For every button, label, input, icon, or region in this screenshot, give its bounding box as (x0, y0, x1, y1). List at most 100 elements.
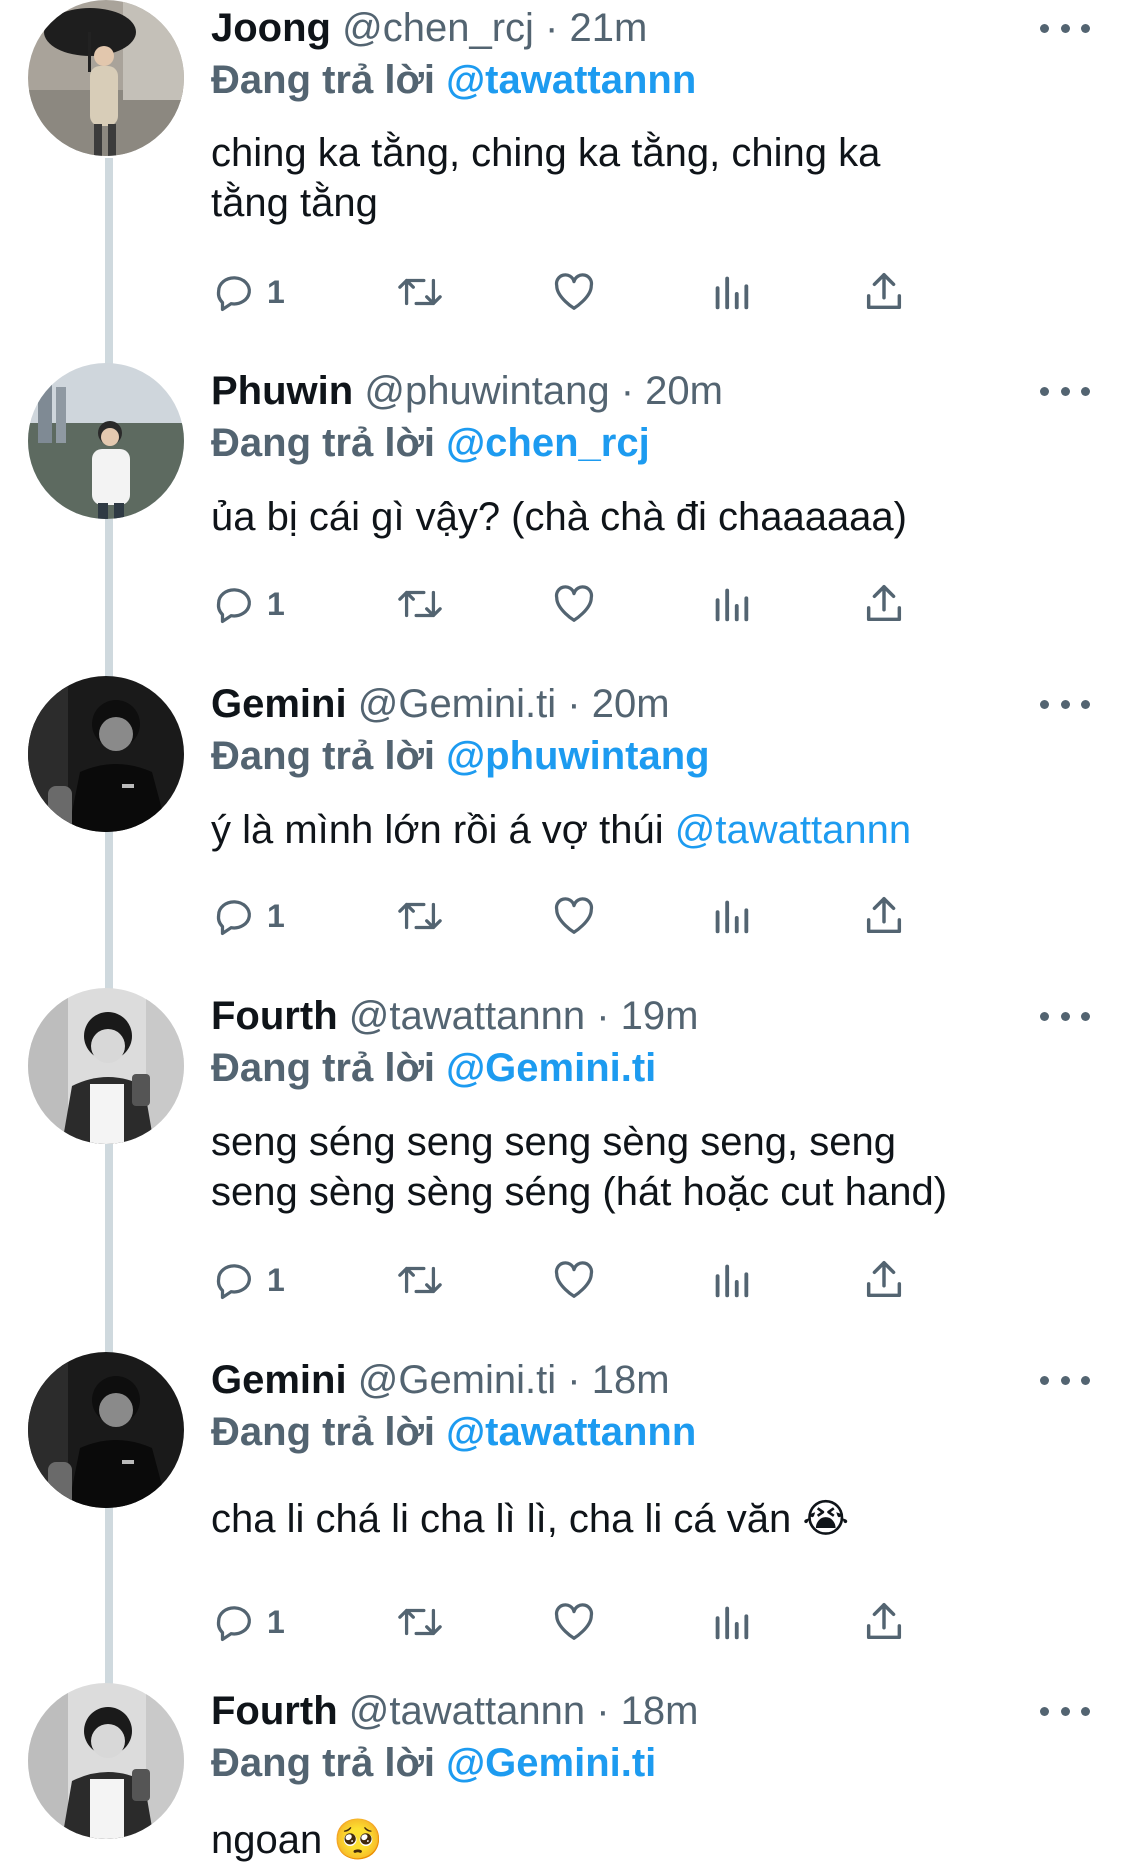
share-button[interactable] (861, 574, 907, 634)
display-name[interactable]: Joong (211, 6, 331, 50)
share-icon (866, 1603, 902, 1640)
reply-button[interactable]: 1 (211, 1592, 285, 1652)
retweet-button[interactable] (395, 1592, 445, 1652)
like-button[interactable] (551, 886, 597, 946)
replying-to-handle[interactable]: @Gemini.ti (446, 1741, 656, 1785)
avatar[interactable] (28, 1683, 184, 1839)
user-handle[interactable]: @chen_rcj (342, 6, 534, 50)
analytics-button[interactable] (711, 886, 751, 946)
analytics-button[interactable] (711, 262, 751, 322)
more-icon[interactable] (1040, 1691, 1090, 1731)
reply-count: 1 (267, 585, 285, 622)
replying-to-handle[interactable]: @phuwintang (446, 734, 709, 778)
retweet-button[interactable] (395, 1250, 445, 1310)
replying-to: Đang trả lời @chen_rcj (211, 415, 650, 471)
share-button[interactable] (861, 1250, 907, 1310)
tweet-text-line: tằng tằng (211, 181, 378, 225)
more-icon[interactable] (1040, 996, 1090, 1036)
replying-to-handle[interactable]: @tawattannn (446, 58, 696, 102)
like-icon (554, 1261, 594, 1298)
tweet-actions: 1 (211, 1250, 1011, 1310)
replying-to: Đang trả lời @tawattannn (211, 1404, 696, 1460)
retweet-icon (398, 1266, 442, 1294)
analytics-icon (715, 1264, 749, 1298)
analytics-button[interactable] (711, 574, 751, 634)
reply-count: 1 (267, 273, 285, 310)
like-icon (554, 273, 594, 310)
replying-to: Đang trả lời @phuwintang (211, 728, 710, 784)
tweet-text: ý là mình lớn rồi á vợ thúi @tawattannn (211, 805, 1091, 855)
tweet-text: ching ka tằng, ching ka tằng, ching ka t… (211, 128, 1091, 228)
user-handle[interactable]: @tawattannn (349, 1689, 585, 1733)
reply-button[interactable]: 1 (211, 574, 285, 634)
timestamp[interactable]: 18m (621, 1689, 699, 1733)
display-name[interactable]: Fourth (211, 1689, 338, 1733)
retweet-icon (398, 590, 442, 618)
analytics-button[interactable] (711, 1250, 751, 1310)
tweet-text-line: ủa bị cái gì vậy? (chà chà đi chaaaaaa) (211, 495, 907, 539)
timestamp[interactable]: 18m (592, 1358, 670, 1402)
reply-button[interactable]: 1 (211, 262, 285, 322)
text-mention-link[interactable]: @tawattannn (675, 808, 911, 852)
timestamp[interactable]: 19m (621, 994, 699, 1038)
share-button[interactable] (861, 886, 907, 946)
more-icon[interactable] (1040, 8, 1090, 48)
like-icon (554, 1603, 594, 1640)
user-handle[interactable]: @Gemini.ti (358, 682, 556, 726)
tweet-header: Phuwin @phuwintang · 20m (211, 363, 723, 419)
more-icon[interactable] (1040, 371, 1090, 411)
retweet-button[interactable] (395, 886, 445, 946)
replying-label: Đang trả lời (211, 1741, 436, 1785)
reply-icon (216, 1264, 251, 1300)
display-name[interactable]: Phuwin (211, 369, 353, 413)
retweet-icon (398, 1608, 442, 1636)
more-icon[interactable] (1040, 684, 1090, 724)
avatar[interactable] (28, 1352, 184, 1508)
like-button[interactable] (551, 1592, 597, 1652)
display-name[interactable]: Fourth (211, 994, 338, 1038)
like-icon (554, 585, 594, 622)
replying-label: Đang trả lời (211, 1410, 436, 1454)
analytics-icon (715, 588, 749, 622)
like-button[interactable] (551, 1250, 597, 1310)
replying-to-handle[interactable]: @tawattannn (446, 1410, 696, 1454)
more-icon[interactable] (1040, 1360, 1090, 1400)
retweet-button[interactable] (395, 262, 445, 322)
analytics-icon (715, 276, 749, 310)
like-button[interactable] (551, 574, 597, 634)
reply-button[interactable]: 1 (211, 1250, 285, 1310)
user-handle[interactable]: @Gemini.ti (358, 1358, 556, 1402)
display-name[interactable]: Gemini (211, 682, 347, 726)
tweet-text-main: ngoan (211, 1818, 334, 1862)
analytics-button[interactable] (711, 1592, 751, 1652)
reply-count: 1 (267, 1261, 285, 1298)
avatar[interactable] (28, 363, 184, 519)
like-button[interactable] (551, 262, 597, 322)
replying-to-handle[interactable]: @chen_rcj (446, 421, 650, 465)
separator-dot: · (596, 1689, 610, 1733)
share-button[interactable] (861, 1592, 907, 1652)
timestamp[interactable]: 20m (645, 369, 723, 413)
user-handle[interactable]: @tawattannn (349, 994, 585, 1038)
display-name[interactable]: Gemini (211, 1358, 347, 1402)
timestamp[interactable]: 21m (569, 6, 647, 50)
avatar[interactable] (28, 988, 184, 1144)
avatar[interactable] (28, 0, 184, 156)
reply-button[interactable]: 1 (211, 886, 285, 946)
reply-count: 1 (267, 1603, 285, 1640)
reply-icon (216, 1606, 251, 1642)
replying-label: Đang trả lời (211, 421, 436, 465)
tweet-actions: 1 (211, 1592, 1011, 1652)
retweet-button[interactable] (395, 574, 445, 634)
replying-to-handle[interactable]: @Gemini.ti (446, 1046, 656, 1090)
tweet-text-line: ching ka tằng, ching ka tằng, ching ka (211, 131, 881, 175)
share-button[interactable] (861, 262, 907, 322)
reply-icon (216, 588, 251, 624)
timestamp[interactable]: 20m (592, 682, 670, 726)
user-handle[interactable]: @phuwintang (364, 369, 609, 413)
avatar[interactable] (28, 676, 184, 832)
share-icon (866, 897, 902, 934)
separator-dot: · (596, 994, 610, 1038)
tweet-actions: 1 (211, 886, 1011, 946)
tweet-text-line: seng séng seng seng sèng seng, seng (211, 1120, 896, 1164)
